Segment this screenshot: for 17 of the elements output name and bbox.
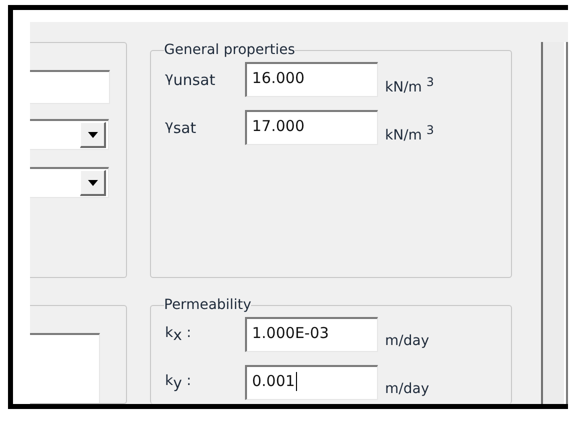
- unit-label: kN/m $^{3}$: [385, 123, 434, 144]
- group-title: Permeability: [164, 297, 252, 313]
- input-field[interactable]: 1.000E-03: [245, 317, 378, 352]
- dropdown[interactable]: [30, 119, 109, 150]
- unit-label: m/day: [385, 332, 430, 348]
- dropdown-arrow-icon: [88, 132, 98, 138]
- input-field[interactable]: [30, 70, 110, 104]
- unit-label: m/day: [385, 380, 430, 396]
- input-field[interactable]: 0.001: [245, 365, 378, 400]
- splitter-bar[interactable]: [541, 42, 568, 404]
- input-field[interactable]: 17.000: [245, 110, 378, 145]
- unit-label: kN/m $^{3}$: [385, 75, 434, 96]
- input-field[interactable]: 16.000: [245, 62, 378, 97]
- dropdown[interactable]: [30, 167, 109, 198]
- list-box[interactable]: [30, 333, 100, 403]
- dropdown-arrow-icon: [88, 180, 98, 186]
- group-title: General properties: [164, 42, 296, 58]
